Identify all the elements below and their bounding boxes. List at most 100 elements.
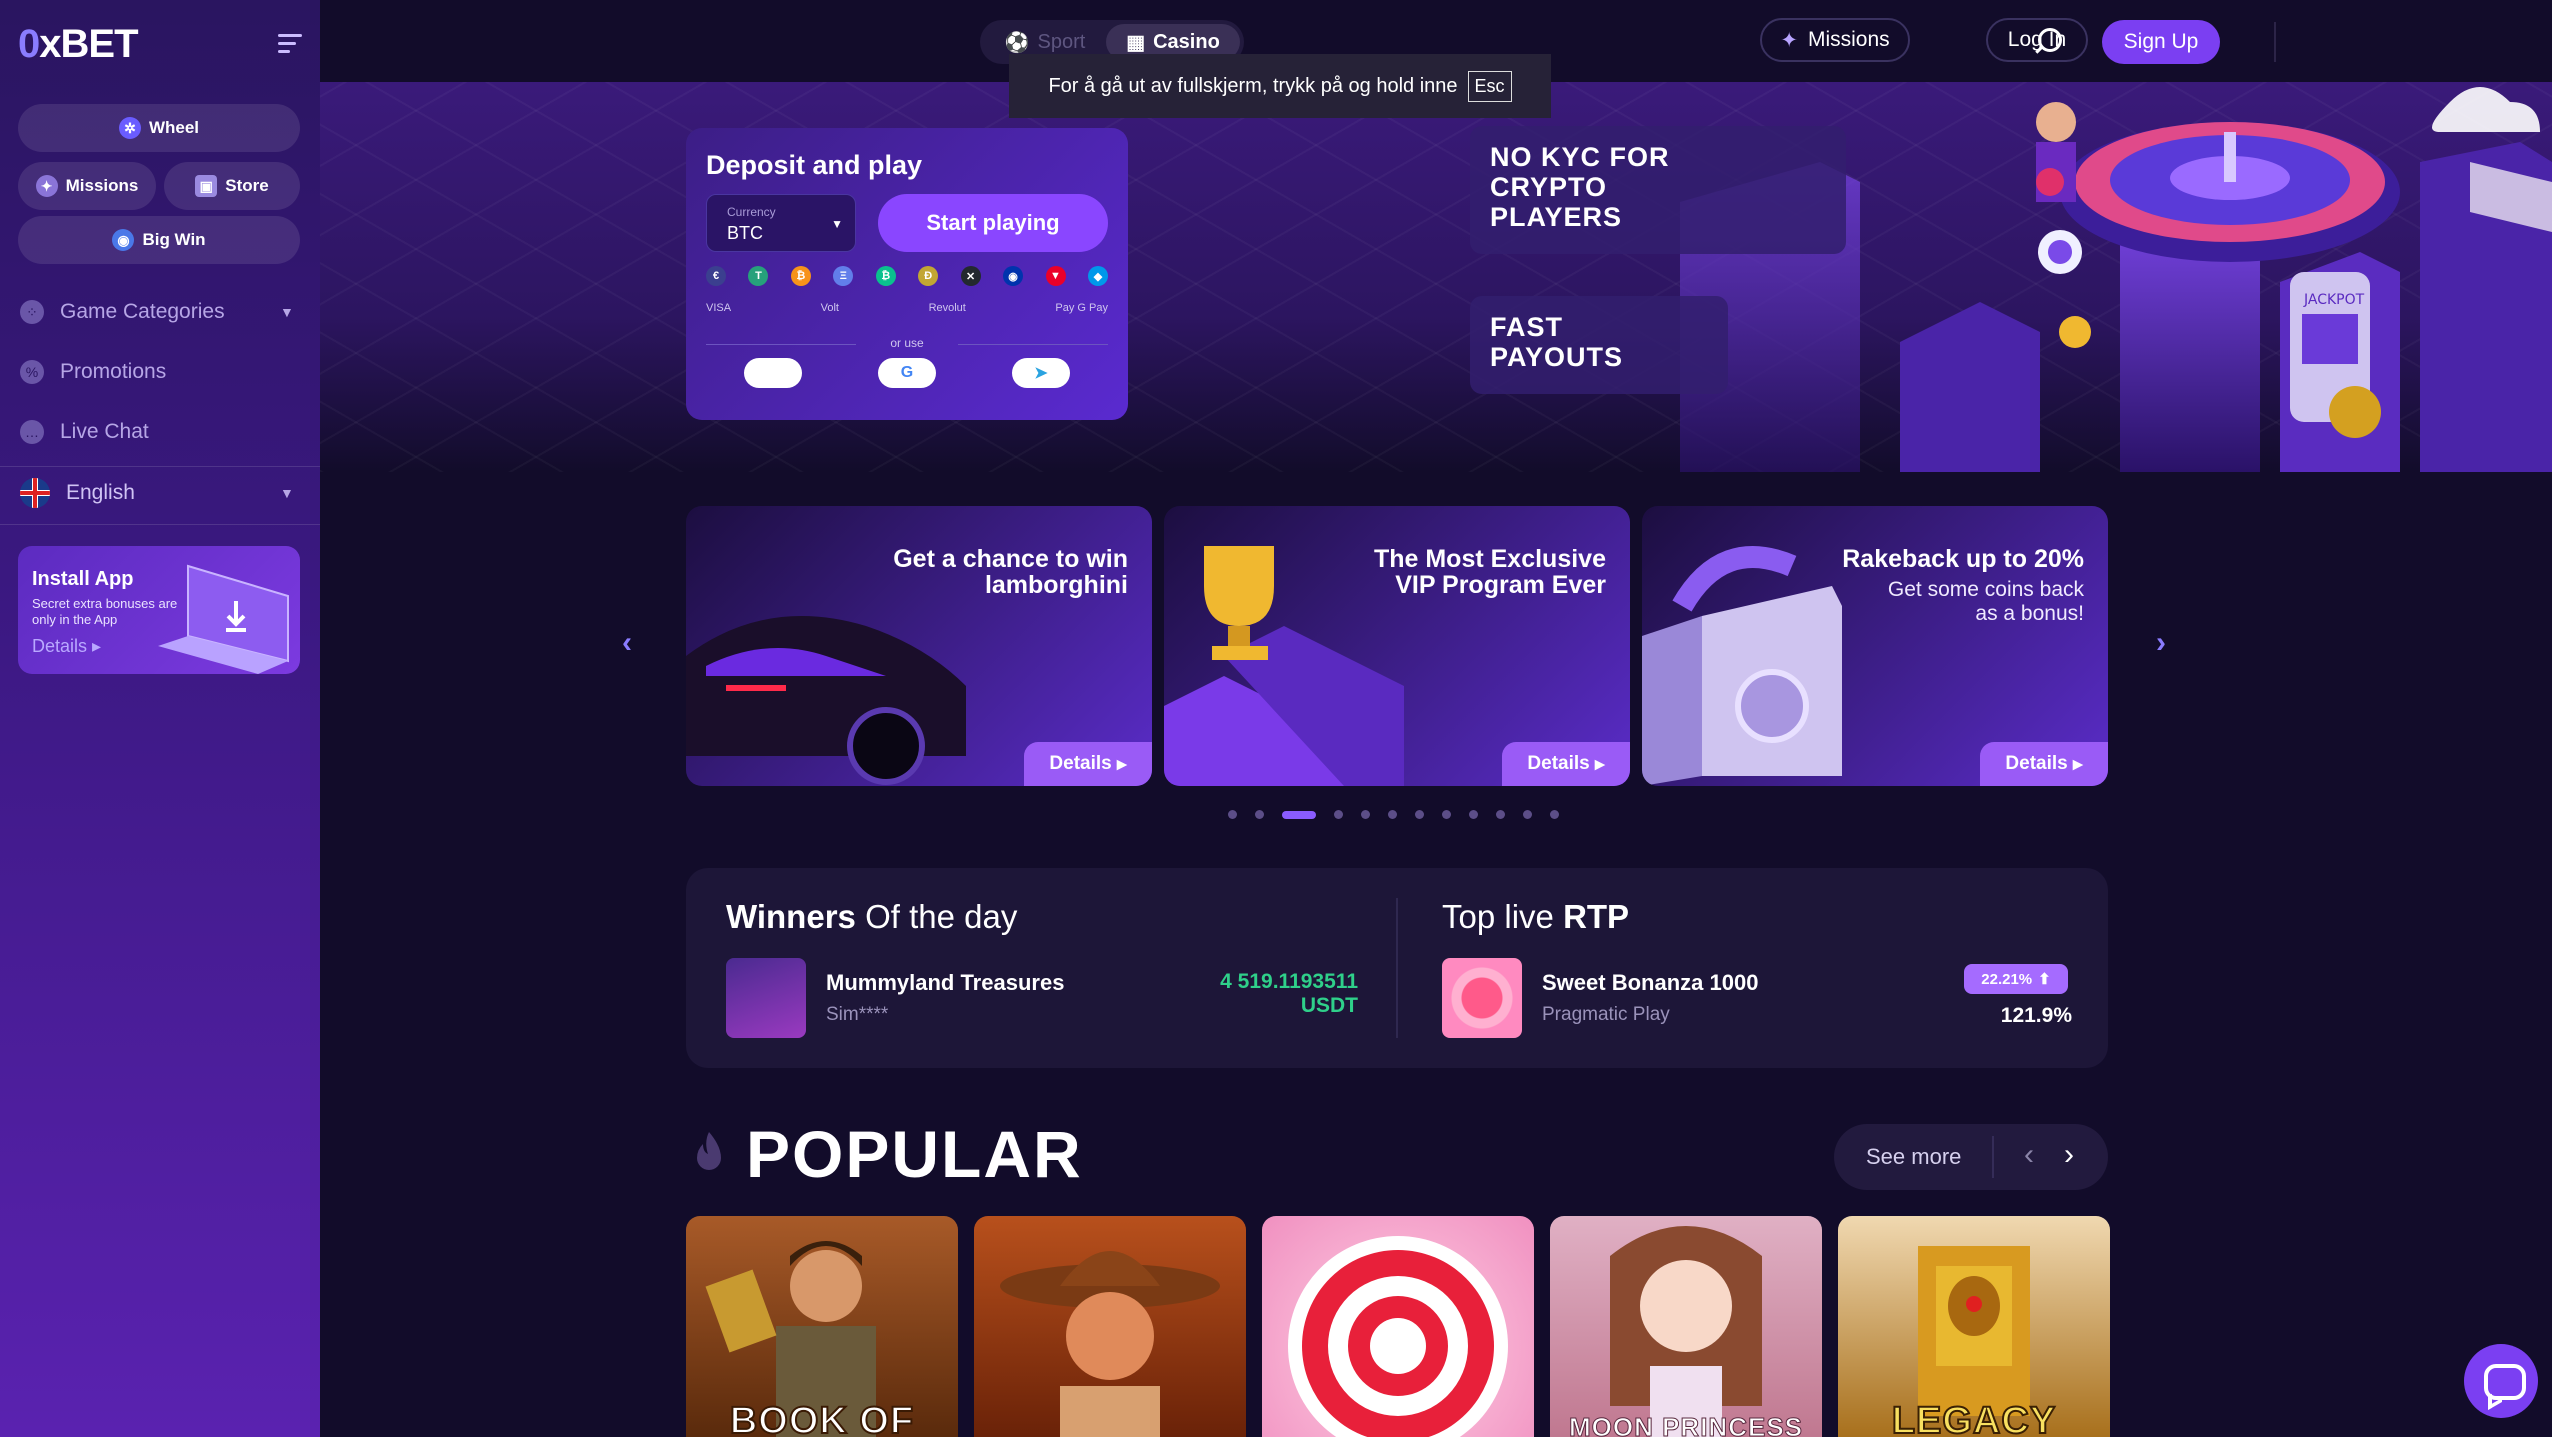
casino-icon: ▦ <box>1126 31 1146 54</box>
details-button[interactable]: Details ▸ <box>1502 742 1630 786</box>
carousel-dot[interactable] <box>1282 810 1316 819</box>
game-title: MOON PRINCESS <box>1568 1412 1804 1437</box>
game-card[interactable] <box>974 1216 1246 1437</box>
divider <box>2274 22 2276 62</box>
missions-icon: ✦ <box>35 175 58 197</box>
divider <box>0 524 320 525</box>
game-thumbnail-sweet-bonanza[interactable] <box>1442 958 1522 1038</box>
chevron-down-icon: ▼ <box>831 217 843 231</box>
install-app-card[interactable]: Install App Secret extra bonuses are onl… <box>18 546 300 674</box>
apple-login-icon[interactable] <box>744 358 802 388</box>
crypto-coin-icon[interactable]: ◉ <box>1003 266 1024 286</box>
carousel-dots <box>1228 810 1559 819</box>
crypto-coin-icon[interactable]: ◆ <box>1087 266 1108 286</box>
fire-icon <box>697 1132 721 1170</box>
promo-card-lamborghini[interactable]: Get a chance to win lamborghini Details … <box>686 506 1152 786</box>
promo-card-rakeback[interactable]: Rakeback up to 20% Get some coins back a… <box>1642 506 2108 786</box>
arrow-up-icon: ⬆ <box>2038 971 2051 988</box>
winner-game-name[interactable]: Mummyland Treasures <box>826 970 1064 996</box>
winners-title: Winners Of the day <box>726 898 1018 935</box>
missions-button[interactable]: ✦ Missions <box>18 162 156 210</box>
game-card[interactable]: BOOK OF <box>686 1216 958 1437</box>
categories-icon: ⁘ <box>20 300 44 324</box>
details-button[interactable]: Details ▸ <box>1980 742 2108 786</box>
live-chat-button[interactable] <box>2464 1344 2538 1418</box>
currency-select[interactable]: Currency BTC ▼ <box>706 194 856 252</box>
rtp-provider: Pragmatic Play <box>1542 1004 1670 1025</box>
crypto-coin-icon[interactable]: T <box>748 266 769 286</box>
rtp-game-name[interactable]: Sweet Bonanza 1000 <box>1542 970 1758 996</box>
carousel-dot[interactable] <box>1361 810 1370 819</box>
chevron-left-icon[interactable]: ‹ <box>2024 1138 2034 1172</box>
carousel-dot[interactable] <box>1550 810 1559 819</box>
telegram-login-icon[interactable]: ➤ <box>1012 358 1070 388</box>
crypto-coin-icon[interactable]: ₿ <box>790 266 811 286</box>
carousel-dot[interactable] <box>1469 810 1478 819</box>
carousel-dot[interactable] <box>1442 810 1451 819</box>
sidebar-item-game-categories[interactable]: ⁘ Game Categories ▼ <box>20 300 294 324</box>
feature-no-kyc: NO KYC FOR CRYPTO PLAYERS <box>1470 126 1846 254</box>
carousel-dot[interactable] <box>1388 810 1397 819</box>
menu-toggle-icon[interactable] <box>278 34 302 58</box>
game-title: BOOK OF <box>729 1399 915 1437</box>
login-button[interactable]: Log In <box>1986 18 2088 62</box>
rtp-title: Top live RTP <box>1442 898 1630 935</box>
see-more-button[interactable]: See more <box>1866 1144 1961 1170</box>
game-card[interactable] <box>1262 1216 1534 1437</box>
carousel-dot[interactable] <box>1496 810 1505 819</box>
carousel-dot[interactable] <box>1228 810 1237 819</box>
chevron-right-icon[interactable]: › <box>2064 1138 2074 1172</box>
store-button[interactable]: ▣ Store <box>164 162 300 210</box>
carousel-dot[interactable] <box>1255 810 1264 819</box>
install-app-title: Install App <box>32 568 134 590</box>
game-thumbnail-mummyland[interactable] <box>726 958 806 1038</box>
rtp-value: 121.9% <box>2000 1004 2072 1027</box>
carousel-next-icon[interactable]: › <box>2156 626 2166 660</box>
sport-ball-icon: ⚽ <box>1004 31 1030 54</box>
chevron-down-icon: ▼ <box>280 304 294 320</box>
chat-icon: … <box>20 420 44 444</box>
carousel-dot[interactable] <box>1415 810 1424 819</box>
game-title: LEGACY <box>1891 1399 2057 1437</box>
or-use-label: or use <box>706 336 1108 350</box>
promo-card-vip[interactable]: The Most Exclusive VIP Program Ever Deta… <box>1164 506 1630 786</box>
google-login-icon[interactable]: G <box>878 358 936 388</box>
volt-label: Volt <box>820 302 839 314</box>
sidebar-item-live-chat[interactable]: … Live Chat <box>20 420 149 444</box>
big-win-icon: ◉ <box>112 229 135 251</box>
missions-icon: ✦ <box>1780 28 1798 52</box>
crypto-coin-icon[interactable]: € <box>706 266 726 286</box>
apple-google-pay-label: Pay G Pay <box>1055 302 1108 314</box>
sidebar-item-promotions[interactable]: % Promotions <box>20 360 166 384</box>
crypto-coin-icon[interactable]: ▼ <box>1045 266 1066 286</box>
wheel-button[interactable]: ✲ Wheel <box>18 104 300 152</box>
big-win-button[interactable]: ◉ Big Win <box>18 216 300 264</box>
language-select[interactable]: English ▼ <box>20 478 294 508</box>
crypto-coin-icon[interactable]: ✕ <box>960 266 981 286</box>
carousel-dot[interactable] <box>1523 810 1532 819</box>
signup-button[interactable]: Sign Up <box>2102 20 2220 64</box>
winners-panel: Winners Of the day Mummyland Treasures S… <box>686 868 2108 1068</box>
crypto-coin-icon[interactable]: ₿ <box>875 266 896 286</box>
fullscreen-exit-toast: For å gå ut av fullskjerm, trykk på og h… <box>1009 54 1551 118</box>
crypto-coin-icon[interactable]: Ξ <box>833 266 854 286</box>
logo[interactable]: 0xBET <box>18 22 139 67</box>
game-card[interactable]: MOON PRINCESS <box>1550 1216 1822 1437</box>
svg-text:JACKPOT: JACKPOT <box>2303 292 2365 308</box>
divider <box>1992 1136 1994 1178</box>
feature-fast-payouts: FAST PAYOUTS <box>1470 296 1728 394</box>
missions-top-button[interactable]: ✦ Missions <box>1760 18 1910 62</box>
popular-section-title: POPULAR <box>746 1117 1083 1191</box>
game-card[interactable]: LEGACY <box>1838 1216 2110 1437</box>
install-app-details-link[interactable]: Details ▸ <box>32 636 101 657</box>
carousel-dot[interactable] <box>1334 810 1343 819</box>
esc-key: Esc <box>1467 70 1512 102</box>
crypto-coins-row: € T ₿ Ξ ₿ Ð ✕ ◉ ▼ ◆ <box>706 266 1108 286</box>
winner-username: Sim**** <box>826 1004 889 1025</box>
details-button[interactable]: Details ▸ <box>1024 742 1152 786</box>
carousel-prev-icon[interactable]: ‹ <box>622 626 632 660</box>
crypto-coin-icon[interactable]: Ð <box>918 266 939 286</box>
promotions-icon: % <box>20 360 44 384</box>
sidebar: 0xBET ✲ Wheel ✦ Missions ▣ Store ◉ Big W… <box>0 0 320 1437</box>
start-playing-button[interactable]: Start playing <box>878 194 1108 252</box>
